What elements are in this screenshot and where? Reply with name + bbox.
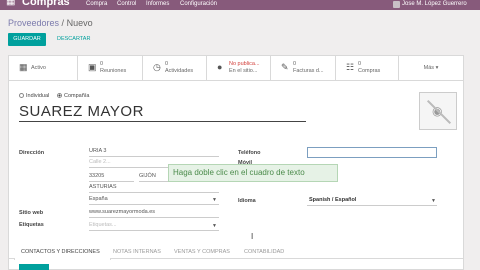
language-select[interactable]: Spanish / Español — [309, 197, 356, 203]
purchases-label: Compras — [358, 68, 381, 74]
publish-label: En el sitio... — [229, 68, 258, 74]
website-publish-button[interactable]: ● No publica... En el sitio... — [207, 56, 271, 80]
notebook-tabs: CONTACTOS Y DIRECCIONES NOTAS INTERNAS V… — [9, 246, 463, 260]
individual-label: Individual — [26, 93, 50, 99]
state-underline — [89, 192, 219, 193]
partner-name-input[interactable]: SUAREZ MAYOR — [19, 103, 306, 122]
globe-icon: ● — [217, 62, 223, 72]
activities-count: 0 — [165, 61, 169, 67]
city-input[interactable]: GIJÓN — [139, 173, 156, 179]
website-underline — [89, 217, 219, 218]
activities-button[interactable]: ◷ 0 Actividades — [143, 56, 207, 80]
country-select[interactable]: España — [89, 196, 108, 202]
add-contact-button[interactable] — [19, 264, 49, 270]
phone-input[interactable] — [307, 147, 437, 158]
tab-internal-notes[interactable]: NOTAS INTERNAS — [113, 249, 161, 255]
tags-label: Etiquetas — [19, 222, 44, 228]
more-button[interactable]: Más ▾ — [399, 56, 463, 80]
menu-informes[interactable]: Informes — [146, 0, 169, 9]
app-name[interactable]: Compras — [22, 0, 70, 8]
company-radio[interactable]: Compañía — [57, 93, 89, 99]
breadcrumb-current: Nuevo — [66, 18, 93, 28]
chevron-down-icon[interactable]: ▼ — [431, 198, 436, 204]
breadcrumb-parent[interactable]: Proveedores — [8, 18, 59, 28]
calendar-icon: ▣ — [88, 62, 97, 72]
country-underline — [89, 204, 219, 205]
more-label: Más ▾ — [423, 65, 439, 71]
save-button[interactable]: GUARDAR — [8, 33, 46, 46]
discard-button[interactable]: DESCARTAR — [57, 33, 90, 46]
invoices-count: 0 — [293, 61, 297, 67]
cart-icon: ☷ — [346, 62, 355, 72]
menu-compra[interactable]: Compra — [86, 0, 107, 9]
user-name[interactable]: Jose M. López Guerrero — [402, 0, 467, 9]
individual-radio[interactable]: Individual — [19, 93, 49, 99]
company-label: Compañía — [64, 93, 90, 99]
menu-control[interactable]: Control — [117, 0, 136, 9]
invoices-label: Facturas d... — [293, 68, 324, 74]
language-underline — [307, 205, 437, 206]
zip-underline — [89, 181, 134, 182]
text-cursor-icon: I — [251, 232, 254, 241]
language-label: Idioma — [238, 198, 256, 204]
street2-input[interactable]: Calle 2... — [89, 159, 111, 165]
chevron-down-icon[interactable]: ▼ — [212, 197, 217, 203]
phone-label: Teléfono — [238, 150, 261, 156]
active-label: Activo — [31, 65, 46, 71]
tags-underline — [89, 230, 219, 231]
publish-status: No publica... — [229, 61, 260, 67]
meetings-count: 0 — [100, 61, 104, 67]
invoices-button[interactable]: ✎ 0 Facturas d... — [271, 56, 336, 80]
activities-label: Actividades — [165, 68, 194, 74]
clock-icon: ◷ — [153, 62, 161, 72]
purchases-count: 0 — [358, 61, 362, 67]
purchases-button[interactable]: ☷ 0 Compras — [336, 56, 399, 80]
website-label: Sitio web — [19, 210, 44, 216]
apps-menu-icon[interactable]: ▦ — [6, 0, 15, 7]
radio-off-icon — [19, 93, 24, 98]
meetings-button[interactable]: ▣ 0 Reuniones — [78, 56, 143, 80]
tags-input[interactable]: Etiquetas... — [89, 222, 117, 228]
breadcrumb-separator: / — [61, 18, 65, 28]
zip-input[interactable]: 33205 — [89, 173, 104, 179]
chevron-down-icon[interactable]: ▼ — [212, 223, 217, 229]
street-underline — [89, 156, 219, 157]
user-avatar[interactable] — [393, 1, 400, 8]
tab-accounting[interactable]: CONTABILIDAD — [244, 249, 284, 255]
state-select[interactable]: ASTURIAS — [89, 184, 117, 190]
tab-sales-purchases[interactable]: VENTAS Y COMPRAS — [174, 249, 230, 255]
tab-contacts[interactable]: CONTACTOS Y DIRECCIONES — [21, 249, 100, 255]
website-input[interactable]: www.suarezmayormoda.es — [89, 209, 155, 215]
pencil-icon: ✎ — [281, 62, 289, 72]
partner-image[interactable]: ◉ — [419, 92, 457, 130]
archive-icon: ▦ — [19, 62, 28, 72]
double-click-tooltip: Haga doble clic en el cuadro de texto — [168, 164, 338, 182]
top-navbar: ▦ Compras Compra Control Informes Config… — [0, 0, 480, 10]
active-toggle-button[interactable]: ▦ Activo — [9, 56, 78, 80]
meetings-label: Reuniones — [100, 68, 127, 74]
menu-configuracion[interactable]: Configuración — [180, 0, 217, 9]
form-sheet: ▦ Activo ▣ 0 Reuniones ◷ 0 Actividades ●… — [8, 55, 464, 270]
street-input[interactable]: URIA 3 — [89, 148, 106, 154]
breadcrumb: Proveedores / Nuevo — [8, 18, 93, 28]
address-label: Dirección — [19, 150, 45, 156]
radio-on-icon — [57, 93, 62, 98]
active-tab-indicator — [14, 258, 111, 260]
smart-button-bar: ▦ Activo ▣ 0 Reuniones ◷ 0 Actividades ●… — [9, 56, 463, 81]
